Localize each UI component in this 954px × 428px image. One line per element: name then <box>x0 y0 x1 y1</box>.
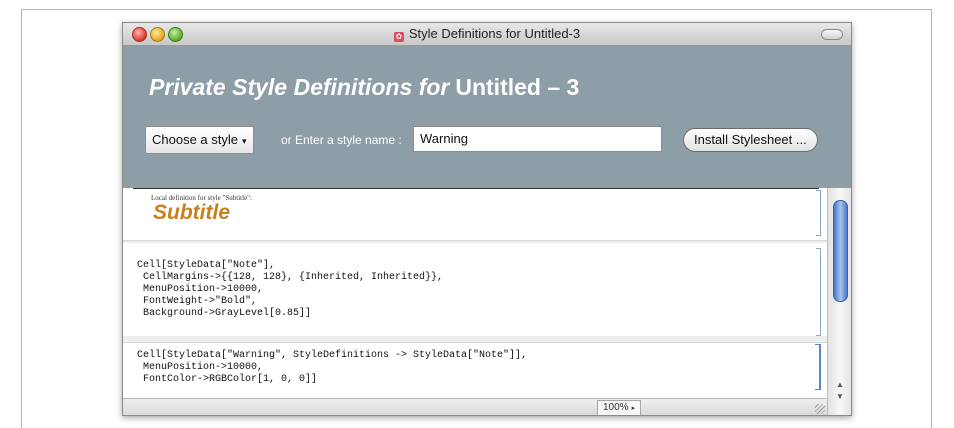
install-stylesheet-button[interactable]: Install Stylesheet ... <box>683 128 818 152</box>
zoom-value: 100% <box>603 402 629 413</box>
style-definitions-window: ✿ Style Definitions for Untitled-3 Privat… <box>122 22 852 416</box>
heading-document-name: Untitled – 3 <box>455 74 580 100</box>
selected-cell-bracket[interactable] <box>815 344 821 390</box>
page-frame-top <box>21 9 932 10</box>
page-frame-right <box>931 9 932 428</box>
window-title-area: ✿ Style Definitions for Untitled-3 <box>123 26 851 42</box>
page-heading: Private Style Definitions for Untitled – … <box>149 74 579 101</box>
cell-bracket[interactable] <box>816 248 821 336</box>
vertical-scrollbar[interactable]: ▲ ▼ <box>827 188 851 415</box>
cell-divider-band <box>123 241 827 243</box>
style-header-panel: Private Style Definitions for Untitled – … <box>123 46 851 188</box>
chevron-down-icon: ▾ <box>242 136 247 146</box>
subtitle-style-cell[interactable]: Local definition for style "Subtitle": S… <box>133 188 819 237</box>
choose-style-popup[interactable]: Choose a style ▾ <box>145 126 254 154</box>
cell-divider <box>123 342 827 343</box>
resize-grip-icon[interactable] <box>815 404 825 414</box>
warning-style-code[interactable]: Cell[StyleData["Warning", StyleDefinitio… <box>137 350 527 386</box>
scroll-thumb[interactable] <box>833 200 848 302</box>
heading-italic-text: Private Style Definitions for <box>149 74 450 100</box>
toolbar-toggle-button[interactable] <box>821 29 843 40</box>
title-bar[interactable]: ✿ Style Definitions for Untitled-3 <box>123 23 851 46</box>
document-icon: ✿ <box>393 32 404 42</box>
chevron-right-icon: ▸ <box>631 405 636 412</box>
note-style-code[interactable]: Cell[StyleData["Note"], CellMargins->{{1… <box>137 260 443 320</box>
choose-style-label: Choose a style <box>152 132 238 147</box>
cell-bracket[interactable] <box>816 190 821 236</box>
notebook-content[interactable]: Local definition for style "Subtitle": S… <box>123 188 827 398</box>
window-title: Style Definitions for Untitled-3 <box>408 26 581 41</box>
page-frame-left <box>21 9 22 428</box>
enter-style-name-label: or Enter a style name : <box>281 133 402 147</box>
scroll-down-arrow-icon[interactable]: ▼ <box>836 392 844 401</box>
scroll-up-arrow-icon[interactable]: ▲ <box>836 380 844 389</box>
zoom-menu[interactable]: 100% ▸ <box>597 400 642 415</box>
status-bar: 100% ▸ <box>123 398 827 415</box>
style-name-input[interactable]: Warning <box>413 126 662 152</box>
subtitle-preview: Subtitle <box>153 201 230 224</box>
